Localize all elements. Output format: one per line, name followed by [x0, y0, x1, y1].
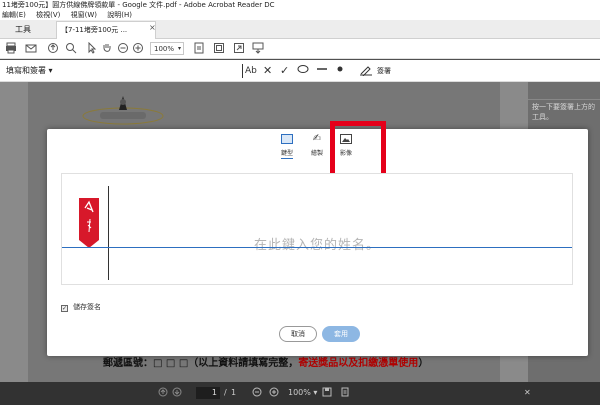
tab-document[interactable]: 【7-11堵旁100元 ... — [56, 21, 156, 39]
save-signature-checkbox[interactable]: ✓ — [61, 305, 68, 312]
dot-icon[interactable] — [336, 64, 344, 78]
line-icon[interactable] — [316, 64, 328, 78]
cancel-button[interactable]: 取消 — [279, 326, 317, 342]
apply-button[interactable]: 套用 — [322, 326, 360, 342]
fill-sign-label: 填寫和簽署 — [6, 66, 46, 75]
hand-tool-icon[interactable] — [100, 42, 114, 56]
zoom-in-icon[interactable] — [269, 387, 279, 401]
postal-code-end: ） — [418, 358, 429, 369]
fullscreen-icon[interactable] — [232, 42, 246, 56]
zoom-out-icon[interactable] — [116, 42, 130, 56]
page-view-icon[interactable] — [212, 42, 226, 56]
print-icon[interactable] — [4, 42, 18, 56]
postal-code-note: 寄送獎品以及扣繳憑單使用 — [298, 358, 419, 369]
zoom-out-icon[interactable] — [252, 387, 262, 401]
zoom-value: 100% — [154, 45, 175, 53]
mode-draw-button[interactable]: ✍ 繪製 — [302, 133, 332, 158]
text-cursor — [108, 186, 109, 280]
search-icon[interactable] — [64, 42, 78, 56]
tab-close-icon[interactable]: × — [149, 23, 156, 32]
company-logo — [82, 96, 164, 125]
chevron-down-icon: ▾ — [177, 45, 181, 52]
save-icon[interactable] — [322, 387, 332, 401]
zoom-level-value: 100% — [288, 388, 311, 397]
menu-help[interactable]: 說明(H) — [107, 11, 132, 19]
adobe-sign-here-icon — [79, 198, 99, 248]
zoom-select[interactable]: 100% ▾ — [150, 42, 184, 55]
main-toolbar: 100% ▾ — [0, 39, 600, 59]
email-icon[interactable] — [24, 42, 38, 56]
right-panel-header — [528, 86, 600, 100]
cloud-upload-icon[interactable] — [46, 42, 60, 56]
fill-sign-toolbar: 填寫和簽署 ▾ Ab ✕ ✓ 簽署 — [0, 60, 600, 82]
save-signature-label: 儲存簽名 — [73, 303, 101, 311]
right-panel-hint: 按一下要簽署上方的工具。 — [532, 103, 595, 121]
save-signature-option[interactable]: ✓ 儲存簽名 — [61, 302, 101, 312]
cross-mark-icon[interactable]: ✕ — [263, 64, 272, 78]
checkmark-icon[interactable]: ✓ — [280, 64, 289, 78]
highlight-box — [330, 121, 386, 179]
bottom-nav-bar: 1 / 1 100% ▾ ✕ — [0, 382, 600, 405]
tab-bar: 工具 【7-11堵旁100元 ... × — [0, 20, 600, 39]
signature-canvas[interactable]: 在此鍵入您的姓名。 — [61, 173, 573, 285]
page-number-input[interactable]: 1 — [196, 387, 220, 399]
fit-page-icon[interactable] — [192, 42, 206, 56]
sign-button-label[interactable]: 簽署 — [377, 66, 391, 76]
next-page-icon[interactable] — [172, 387, 182, 401]
page-separator: / — [224, 388, 227, 397]
comment-icon[interactable] — [251, 42, 265, 56]
fill-sign-menu[interactable]: 填寫和簽署 ▾ — [6, 65, 53, 76]
sign-pen-icon[interactable] — [359, 64, 373, 80]
signature-placeholder: 在此鍵入您的姓名。 — [254, 238, 381, 253]
menu-edit[interactable]: 編輯(E) — [2, 11, 26, 19]
mode-type-label: 鍵型 — [280, 150, 293, 159]
document-icon[interactable] — [340, 387, 350, 401]
select-cursor-icon[interactable] — [85, 41, 99, 56]
signature-baseline — [62, 247, 572, 248]
signature-dialog: 鍵型 ✍ 繪製 影像 在此鍵入您的姓名。 ✓ 儲存簽名 取消 套用 — [47, 121, 588, 356]
pen-icon: ✍ — [312, 133, 322, 144]
menu-view[interactable]: 檢視(V) — [36, 11, 60, 19]
zoom-in-icon[interactable] — [131, 42, 145, 56]
postal-code-text: 郵遞區號：□ □ □（以上資料請填寫完整， — [103, 358, 299, 369]
window-title: 11堵旁100元】圓方供線佛牌領款單 - Google 文件.pdf - Ado… — [0, 0, 600, 10]
previous-page-icon[interactable] — [158, 387, 168, 401]
menubar: 編輯(E) 檢視(V) 視窗(W) 說明(H) — [0, 10, 600, 20]
tab-tools[interactable]: 工具 — [0, 21, 46, 38]
postal-code-line: 郵遞區號：□ □ □（以上資料請填寫完整，寄送獎品以及扣繳憑單使用） — [103, 354, 428, 369]
keyboard-icon — [281, 134, 293, 144]
page-total: 1 — [231, 388, 237, 397]
mode-type-button[interactable]: 鍵型 — [272, 134, 302, 159]
tab-document-label: 【7-11堵旁100元 ... — [61, 26, 128, 34]
menu-window[interactable]: 視窗(W) — [71, 11, 97, 19]
mode-draw-label: 繪製 — [310, 150, 323, 157]
circle-icon[interactable] — [297, 64, 309, 78]
close-icon[interactable]: ✕ — [524, 387, 531, 399]
add-text-icon[interactable]: Ab — [242, 64, 257, 78]
zoom-level[interactable]: 100% ▾ — [288, 387, 317, 399]
